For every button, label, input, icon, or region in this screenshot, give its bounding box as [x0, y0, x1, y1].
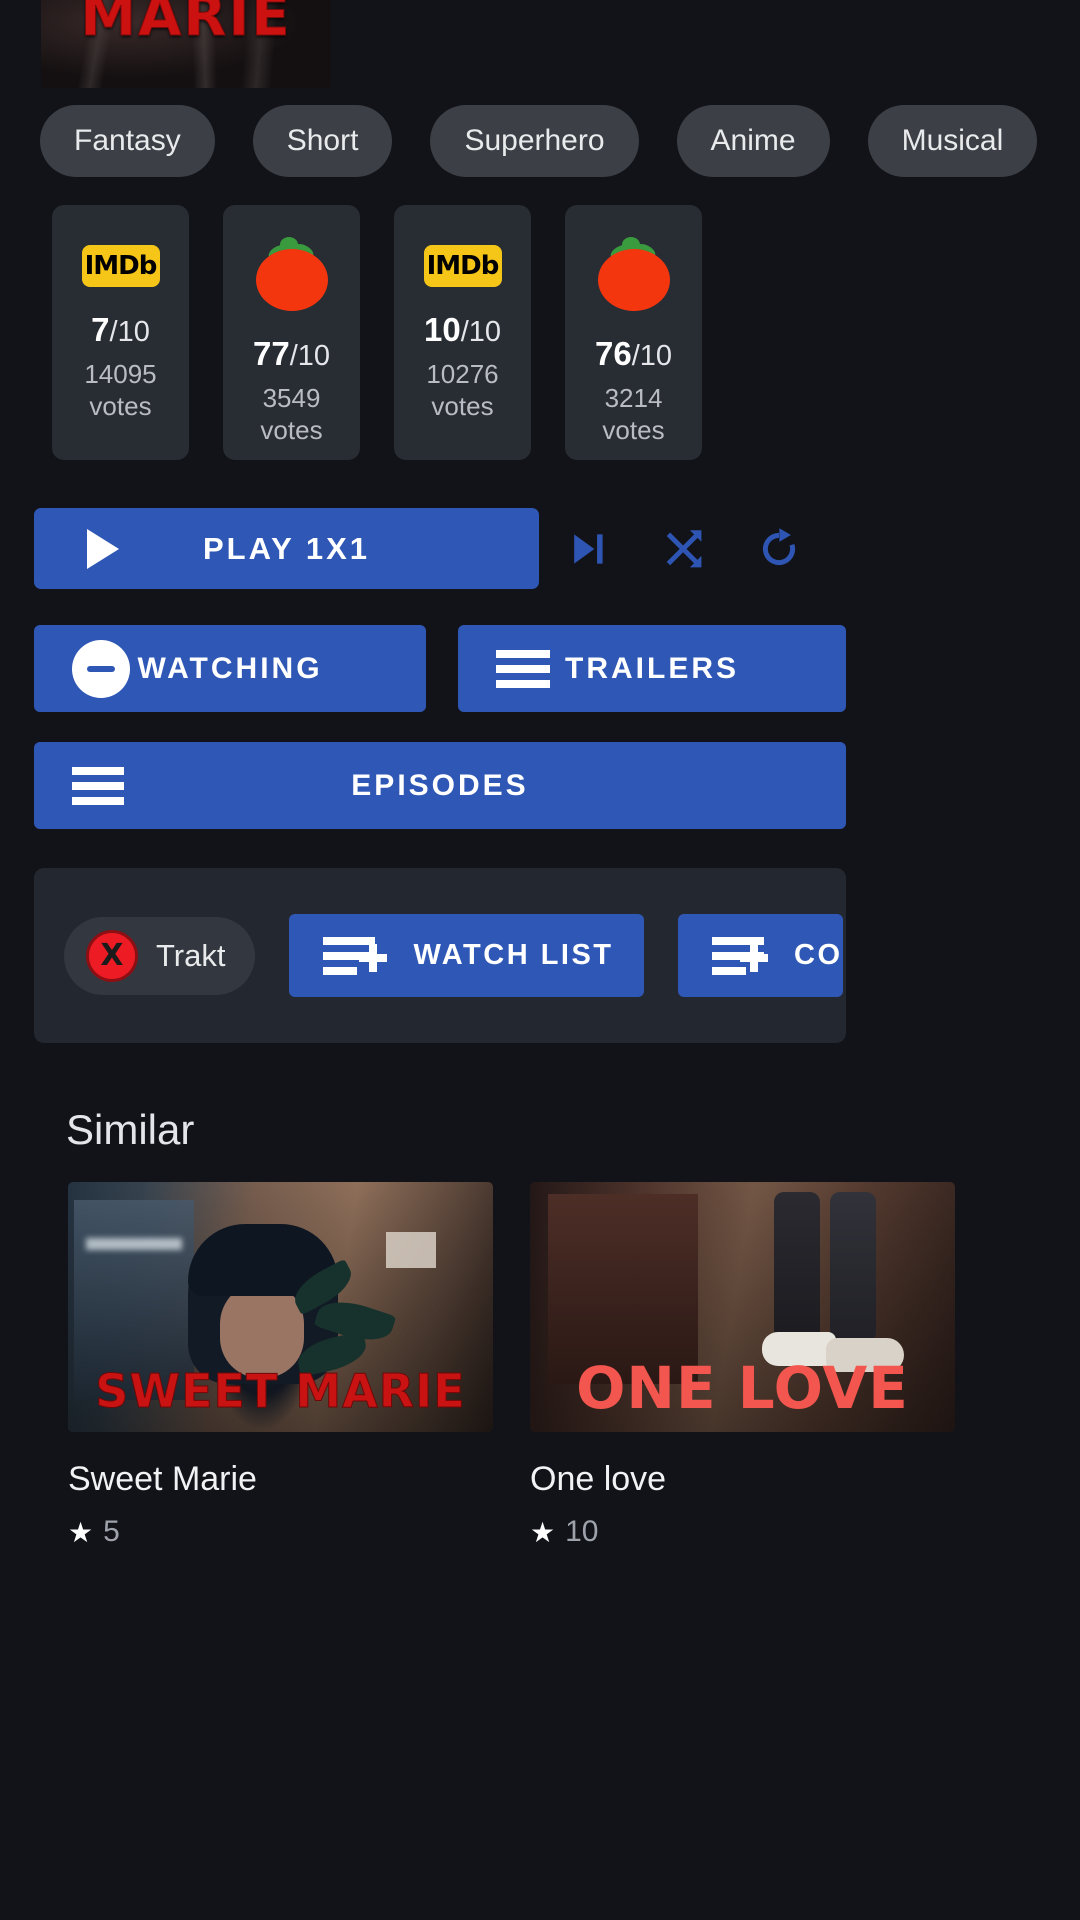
similar-card-rating-value: 10 — [565, 1515, 599, 1548]
playlist-add-icon — [711, 933, 769, 979]
similar-card-title: One love — [530, 1460, 667, 1498]
action-button-group: WATCHING TRAILERS EPISODES — [34, 625, 1046, 859]
trailers-button[interactable]: TRAILERS — [458, 625, 846, 712]
similar-card-rating: ★ 10 — [530, 1515, 955, 1549]
rating-votes: 3214 votes — [602, 383, 664, 446]
rating-votes-label: votes — [89, 390, 152, 421]
rating-votes-count: 3214 — [604, 383, 663, 413]
rating-card-list: IMDb 7/10 14095 votes 77/10 3549 votes IMD… — [52, 205, 702, 460]
rating-denominator: /10 — [109, 316, 150, 348]
similar-card-rating-value: 5 — [103, 1515, 120, 1548]
episodes-button-label: EPISODES — [351, 768, 529, 802]
rating-votes-label: votes — [431, 390, 494, 421]
rating-score: 10/10 — [424, 313, 501, 347]
tomato-body-icon — [597, 249, 670, 311]
trakt-chip[interactable]: X Trakt — [64, 916, 256, 995]
similar-artwork: ONE LOVE — [530, 1182, 955, 1432]
rating-card-imdb-1[interactable]: IMDb 7/10 14095 votes — [52, 205, 189, 460]
poster-title-text: MARIE — [80, 0, 292, 50]
rating-denominator: /10 — [631, 340, 673, 372]
rating-score: 77/10 — [253, 337, 330, 371]
trailers-button-label: TRAILERS — [565, 651, 739, 685]
refresh-icon — [762, 527, 796, 565]
genre-chip-superhero[interactable]: Superhero — [430, 105, 639, 177]
play-button[interactable]: PLAY 1X1 — [34, 508, 539, 589]
genre-chip-label: Anime — [710, 124, 796, 157]
similar-section-heading: Similar — [66, 1106, 195, 1153]
star-icon: ★ — [68, 1516, 94, 1548]
similar-artwork: SWEET MARIE — [68, 1182, 493, 1432]
trakt-panel: X Trakt WATCH LIST CO — [34, 868, 846, 1043]
similar-list: SWEET MARIE Sweet Marie ★ 5 ONE LOVE One… — [68, 1182, 955, 1549]
genre-chip-label: Superhero — [464, 124, 605, 157]
refresh-button[interactable] — [731, 508, 827, 589]
rating-score: 7/10 — [91, 313, 150, 347]
skip-next-button[interactable] — [539, 508, 635, 589]
rating-card-tomato-1[interactable]: 77/10 3549 votes — [223, 205, 360, 460]
rating-denominator: /10 — [460, 316, 502, 348]
genre-chip-fantasy[interactable]: Fantasy — [40, 105, 215, 177]
play-button-label: PLAY 1X1 — [202, 530, 371, 566]
trakt-logo-glyph: X — [100, 937, 124, 973]
rating-votes-count: 14095 — [84, 359, 157, 389]
skip-next-icon — [574, 533, 603, 564]
imdb-logo-icon: IMDb — [423, 245, 502, 287]
rating-score-value: 7 — [91, 311, 110, 348]
tomato-body-icon — [255, 249, 328, 311]
rating-votes: 3549 votes — [260, 383, 322, 446]
trakt-chip-label: Trakt — [156, 937, 226, 973]
watch-list-button-label: WATCH LIST — [413, 939, 614, 971]
rating-score-value: 76 — [594, 335, 632, 372]
similar-card-rating: ★ 5 — [68, 1515, 493, 1549]
similar-card-sweet-marie[interactable]: SWEET MARIE Sweet Marie ★ 5 — [68, 1182, 493, 1549]
episodes-button[interactable]: EPISODES — [34, 742, 846, 829]
rating-score: 76/10 — [595, 337, 672, 371]
shuffle-button[interactable] — [635, 508, 731, 589]
similar-card-title: Sweet Marie — [68, 1460, 257, 1498]
genre-chip-anime[interactable]: Anime — [676, 105, 830, 177]
rating-votes: 14095 votes — [84, 359, 156, 422]
movie-detail-screen: MARIE Fantasy Short Superhero Anime Musi… — [0, 0, 1080, 1920]
rating-votes-count: 10276 — [426, 359, 499, 389]
rating-score-value: 10 — [423, 311, 461, 348]
genre-chip-musical[interactable]: Musical — [867, 105, 1038, 177]
action-row-1: WATCHING TRAILERS — [34, 625, 1046, 712]
star-icon: ★ — [530, 1516, 556, 1548]
similar-artwork-title: SWEET MARIE — [95, 1364, 466, 1419]
genre-chip-label: Fantasy — [74, 124, 181, 157]
similar-thumbnail[interactable]: ONE LOVE — [530, 1182, 955, 1432]
collection-button[interactable]: CO — [677, 914, 843, 997]
rating-votes-count: 3549 — [262, 383, 321, 413]
watching-button[interactable]: WATCHING — [34, 625, 426, 712]
rating-denominator: /10 — [289, 340, 331, 372]
genre-chip-short[interactable]: Short — [252, 105, 393, 177]
rating-card-tomato-2[interactable]: 76/10 3214 votes — [565, 205, 702, 460]
genre-chip-list[interactable]: Fantasy Short Superhero Anime Musical — [40, 105, 1038, 177]
rating-votes: 10276 votes — [426, 359, 498, 422]
action-row-2: EPISODES — [34, 742, 1046, 829]
rating-score-value: 77 — [252, 335, 290, 372]
rating-votes-label: votes — [602, 414, 665, 445]
play-row: PLAY 1X1 — [34, 508, 827, 589]
watching-button-label: WATCHING — [137, 651, 323, 685]
trakt-logo-icon: X — [86, 929, 138, 982]
watch-list-button[interactable]: WATCH LIST — [289, 914, 644, 997]
tomato-icon — [596, 235, 672, 311]
genre-chip-label: Short — [286, 124, 359, 157]
collection-button-label: CO — [794, 939, 843, 971]
imdb-logo-icon: IMDb — [81, 245, 160, 287]
rating-votes-label: votes — [260, 414, 323, 445]
shuffle-icon — [666, 529, 702, 567]
rating-card-imdb-2[interactable]: IMDb 10/10 10276 votes — [394, 205, 531, 460]
poster-thumbnail[interactable]: MARIE — [41, 0, 331, 88]
similar-card-one-love[interactable]: ONE LOVE One love ★ 10 — [530, 1182, 955, 1549]
trakt-panel-row: X Trakt WATCH LIST CO — [64, 914, 843, 997]
similar-artwork-title: ONE LOVE — [576, 1354, 909, 1422]
playlist-add-icon — [323, 933, 388, 979]
genre-chip-label: Musical — [901, 124, 1004, 157]
similar-thumbnail[interactable]: SWEET MARIE — [68, 1182, 493, 1432]
tomato-icon — [254, 235, 330, 311]
